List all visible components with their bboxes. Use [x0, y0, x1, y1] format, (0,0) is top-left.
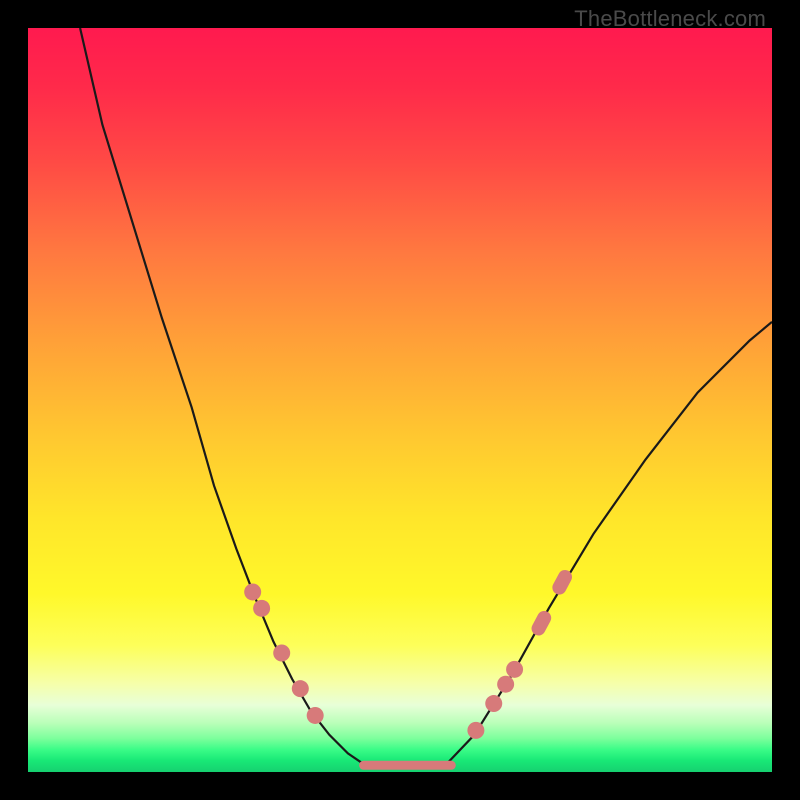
bead-dot	[244, 583, 261, 600]
bead-dot	[307, 707, 324, 724]
bead-dot	[253, 600, 270, 617]
bead-dot	[506, 661, 523, 678]
chart-frame: TheBottleneck.com	[0, 0, 800, 800]
bead-dot	[273, 644, 290, 661]
bead-dot	[292, 680, 309, 697]
chart-svg	[28, 28, 772, 772]
chart-plot-area	[28, 28, 772, 772]
bead-pill	[529, 608, 554, 638]
bead-dot	[485, 695, 502, 712]
bead-dot	[467, 722, 484, 739]
floor-bead-segment	[359, 761, 456, 770]
bead-dot	[497, 676, 514, 693]
left-curve	[80, 28, 366, 766]
